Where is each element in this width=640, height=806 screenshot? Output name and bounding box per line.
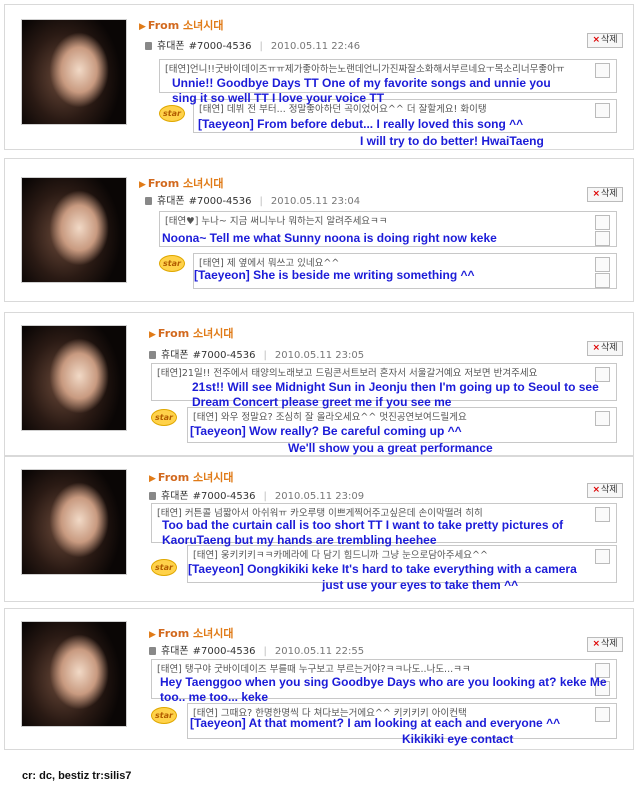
checkbox[interactable] [595,257,610,272]
translation-text: 21st!! Will see Midnight Sun in Jeonju t… [192,380,599,409]
divider: | [259,41,263,52]
close-icon: × [592,189,600,199]
translation-text: Hey Taenggoo when you sing Goodbye Days … [160,675,607,704]
post-meta: 휴대폰 #7000-4536 | 2010.05.11 23:04 [145,192,360,207]
lock-icon [149,492,156,500]
star-icon: star [151,409,177,426]
lock-icon [149,351,156,359]
from-line: ▶ From 소녀시대 [149,471,234,484]
from-label: From [147,19,180,32]
from-source[interactable]: 소녀시대 [183,19,223,32]
post-meta: 휴대폰 #7000-4536 | 2010.05.11 22:46 [145,37,360,52]
delete-button[interactable]: ×삭제 [587,341,623,356]
translation-text: Kikikiki eye contact [402,732,514,746]
phone-number: #7000-4536 [188,41,252,52]
translation-text: [Taeyeon] She is beside me writing somet… [194,268,475,282]
arrow-icon: ▶ [139,180,146,190]
checkbox[interactable] [595,231,610,246]
from-line: ▶ From 소녀시대 [139,177,224,190]
from-line: ▶ From 소녀시대 [149,327,234,340]
profile-photo [21,177,127,283]
delete-button[interactable]: ×삭제 [587,637,623,652]
translation-text: just use your eyes to take them ^^ [322,578,519,592]
translation-text: [Taeyeon] Oongkikiki keke It's hard to t… [188,562,577,576]
checkbox[interactable] [595,411,610,426]
post-meta: 휴대폰 #7000-4536 | 2010.05.11 23:05 [149,346,364,361]
credit-line: cr: dc, bestiz tr:silis7 [22,770,132,782]
lock-icon [149,647,156,655]
profile-photo [21,621,127,727]
post-date: 2010.05.11 22:46 [270,41,361,52]
post-meta: 휴대폰 #7000-4536 | 2010.05.11 23:09 [149,487,364,502]
checkbox[interactable] [595,273,610,288]
arrow-icon: ▶ [149,630,156,640]
message-text: [태연]언니!!굿바이데이즈ㅠㅠ제가좋아하는노랜데언니가진짜잘소화해서부르네요ㅜ… [165,64,565,75]
star-icon: star [159,105,185,122]
translation-text: [Taeyeon] From before debut... I really … [198,117,524,131]
arrow-icon: ▶ [139,22,146,32]
delete-button[interactable]: ×삭제 [587,187,623,202]
star-icon: star [151,707,177,724]
post-meta: 휴대폰 #7000-4536 | 2010.05.11 22:55 [149,642,364,657]
checkbox[interactable] [595,63,610,78]
translation-text: Too bad the curtain call is too short TT… [162,518,564,547]
profile-photo [21,325,127,431]
from-line: ▶ From 소녀시대 [139,17,224,33]
checkbox[interactable] [595,215,610,230]
star-icon: star [151,559,177,576]
close-icon: × [592,485,600,495]
checkbox[interactable] [595,103,610,118]
translation-text: Unnie!! Goodbye Days TT One of my favori… [172,76,551,105]
star-icon: star [159,255,185,272]
phone-label: 휴대폰 [157,41,185,52]
translation-text: [Taeyeon] At that moment? I am looking a… [190,716,561,730]
delete-button[interactable]: ×삭제 [587,483,623,498]
from-source[interactable]: 소녀시대 [193,327,233,340]
from-source[interactable]: 소녀시대 [193,471,233,484]
close-icon: × [592,343,600,353]
arrow-icon: ▶ [149,474,156,484]
close-icon: × [592,35,600,45]
from-line: ▶ From 소녀시대 [149,627,234,640]
delete-button[interactable]: ×삭제 [587,33,623,48]
profile-photo [21,469,127,575]
lock-icon [145,42,152,50]
profile-photo [21,19,127,125]
translation-text: We'll show you a great performance [288,441,493,455]
from-source[interactable]: 소녀시대 [193,627,233,640]
translation-text: Noona~ Tell me what Sunny noona is doing… [162,231,497,245]
lock-icon [145,197,152,205]
close-icon: × [592,639,600,649]
arrow-icon: ▶ [149,330,156,340]
translation-text: [Taeyeon] Wow really? Be careful coming … [190,424,462,438]
translation-text: I will try to do better! HwaiTaeng [360,134,544,148]
from-source[interactable]: 소녀시대 [183,177,223,190]
